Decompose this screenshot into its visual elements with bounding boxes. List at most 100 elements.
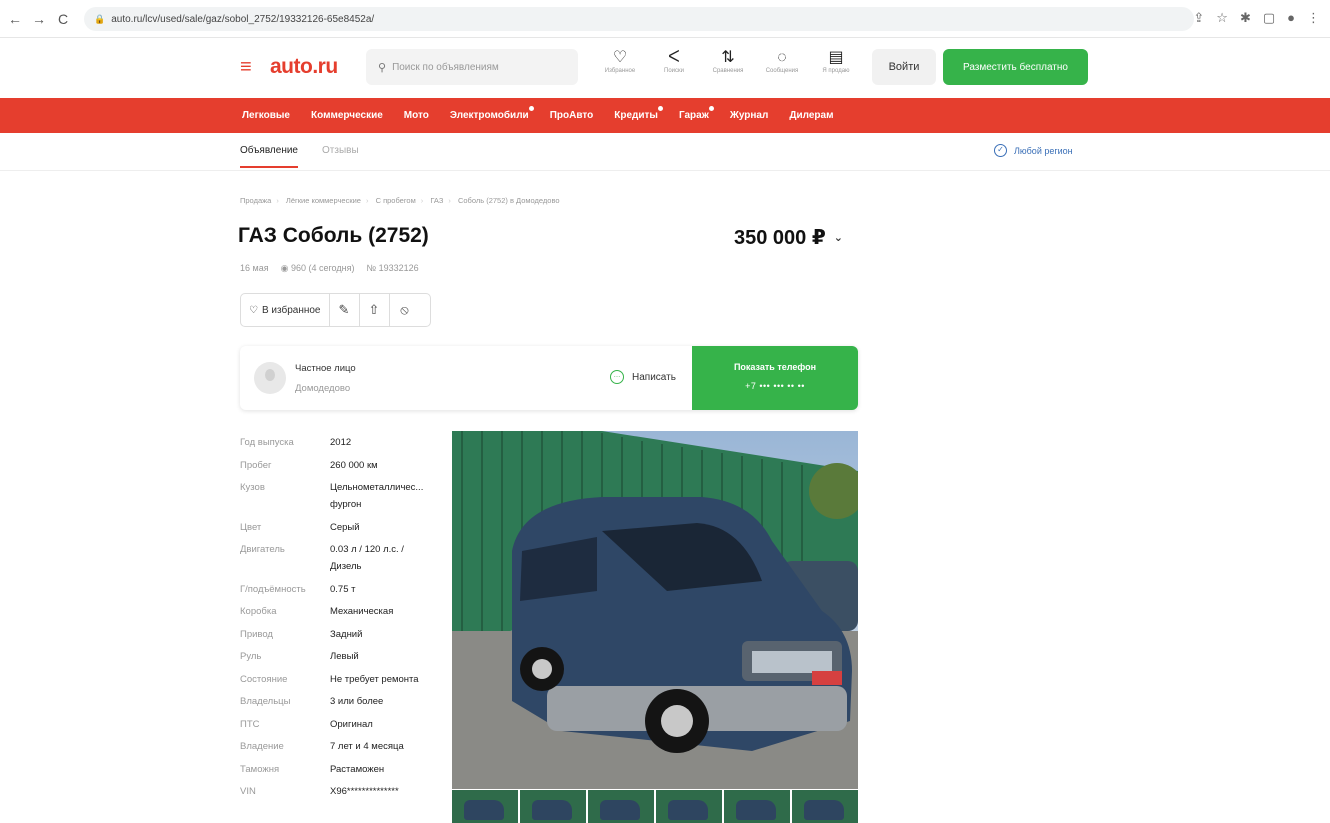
block-icon[interactable]: ⦸ [390,294,420,326]
chat-icon: … [610,370,624,384]
spec-label: VIN [240,786,256,797]
spec-label: Г/подъёмность [240,583,306,595]
nav-item-electric[interactable]: Электромобили [450,106,534,121]
heart-icon: ♡ [612,49,628,66]
favorites-button[interactable]: ♡ Избранное [600,48,640,74]
note-icon[interactable]: ✎ [330,294,360,326]
tab-reviews[interactable]: Отзывы [322,145,359,156]
spec-row: Двигатель 0.03 л / 120 л.с. / Дизель [240,541,440,575]
spec-label: Владение [240,741,284,752]
spec-row: Кузов Цельнометалличес... фургон [240,479,440,513]
spec-label: Коробка [240,606,277,617]
back-icon[interactable]: ← [6,11,24,27]
nav-item-proauto[interactable]: ПроАвто [550,110,594,121]
spec-label: Кузов [240,482,265,493]
spec-row: Владение 7 лет и 4 месяца [240,738,440,755]
thumbnail[interactable] [588,790,654,823]
spec-label: ПТС [240,718,260,730]
spec-row: VIN X96************** [240,783,440,800]
spec-row: Г/подъёмность 0.75 т [240,581,440,598]
messages-button[interactable]: ◌ Сообщения [762,48,802,74]
spec-row: Пробег 260 000 км [240,457,440,474]
profile-icon[interactable]: ● [1287,10,1295,26]
nav-item-garage[interactable]: Гараж [679,106,714,121]
address-bar[interactable]: 🔒 auto.ru/lcv/used/sale/gaz/sobol_2752/1… [84,7,1194,31]
nav-item-moto[interactable]: Мото [404,110,429,121]
browser-toolbar: ← → C 🔒 auto.ru/lcv/used/sale/gaz/sobol_… [0,0,1330,38]
login-button[interactable]: Войти [872,49,936,85]
spec-value: 0.03 л / 120 л.с. / Дизель [330,544,404,572]
breadcrumb-item[interactable]: С пробегом [376,196,416,205]
forward-icon[interactable]: → [30,11,48,27]
logo[interactable]: auto.ru [270,55,338,79]
thumbnail[interactable] [724,790,790,823]
van-image [452,431,858,789]
listing-date: 16 мая [240,263,269,273]
page-title: ГАЗ Соболь (2752) [238,224,429,247]
menu-burger-icon[interactable]: ≡ [240,57,252,77]
eye-icon: ◉ [280,263,291,273]
search-input[interactable]: ⚲ Поиск по объявлениям [366,49,578,85]
views-count: ◉ 960 (4 сегодня) [280,263,355,273]
spec-label: Состояние [240,673,288,685]
breadcrumb-item[interactable]: ГАЗ [430,196,443,205]
spec-value: Механическая [330,606,394,617]
heart-icon: ♡ [249,304,258,316]
spec-row: Таможня Растаможен [240,761,440,778]
spec-label: Руль [240,651,262,662]
spec-value: Растаможен [330,763,385,775]
spec-value: 260 000 км [330,459,378,471]
sidepanel-icon[interactable]: ▢ [1263,10,1275,26]
reload-icon[interactable]: C [54,11,72,27]
vehicle-photo[interactable] [452,431,858,789]
spec-label: Год выпуска [240,437,294,448]
spec-value: 7 лет и 4 месяца [330,741,404,752]
breadcrumb-item[interactable]: Продажа [240,196,271,205]
site-header: ≡ auto.ru ⚲ Поиск по объявлениям ♡ Избра… [0,38,1330,98]
search-placeholder: Поиск по объявлениям [392,61,499,73]
thumbnail[interactable] [452,790,518,823]
badge-dot-icon [528,106,534,111]
spec-row: Привод Задний [240,626,440,643]
post-ad-button[interactable]: Разместить бесплатно [943,49,1088,85]
seller-name: Частное лицо [295,363,356,374]
share-icon[interactable]: ⇧ [360,294,390,326]
searches-button[interactable]: ᐸ Поиски [654,48,694,74]
show-phone-label: Показать телефон [733,362,817,372]
menu-icon[interactable]: ⋮ [1307,10,1320,26]
chevron-down-icon: ⌄ [833,232,843,244]
spec-value: Цельнометалличес... фургон [330,482,424,510]
nav-item-commercial[interactable]: Коммерческие [311,110,383,121]
spec-value: Не требует ремонта [330,673,419,685]
url-text: auto.ru/lcv/used/sale/gaz/sobol_2752/193… [111,13,375,25]
nav-item-journal[interactable]: Журнал [730,110,769,121]
spec-row: Коробка Механическая [240,603,440,620]
nav-item-cars[interactable]: Легковые [242,110,290,121]
thumbnail[interactable] [656,790,722,823]
write-message-button[interactable]: … Написать [610,370,676,384]
phone-masked: +7 ••• ••• •• •• [745,381,805,391]
listing-id: № 19332126 [366,263,419,273]
tab-ad[interactable]: Объявление [240,145,298,168]
nav-item-credits[interactable]: Кредиты [614,106,663,121]
compare-button[interactable]: ⇅ Сравнения [708,48,748,74]
listing-meta: 16 мая ◉ 960 (4 сегодня) № 19332126 [240,263,419,274]
nav-item-dealers[interactable]: Дилерам [789,110,833,121]
star-icon[interactable]: ☆ [1216,10,1228,26]
show-phone-button[interactable]: Показать телефон +7 ••• ••• •• •• [692,346,858,410]
add-favorite-button[interactable]: ♡ В избранное [241,294,330,326]
thumbnail[interactable] [792,790,858,823]
spec-value: 3 или более [330,696,384,707]
spec-label: Двигатель [240,544,285,555]
price[interactable]: 350 000 ₽ ⌄ [734,225,843,250]
sell-icon: ▤ [828,49,844,66]
thumbnail[interactable] [520,790,586,823]
breadcrumb-item[interactable]: Лёгкие коммерческие [286,196,361,205]
my-ads-button[interactable]: ▤ Я продаю [816,48,856,74]
region-selector[interactable]: ✓ Любой регион [994,144,1073,157]
price-value: 350 000 ₽ [734,227,826,249]
share-icon[interactable]: ⇪ [1193,10,1204,26]
search-history-icon: ᐸ [668,49,680,66]
extensions-icon[interactable]: ✱ [1240,10,1251,26]
breadcrumb-item[interactable]: Соболь (2752) в Домодедово [458,196,560,205]
